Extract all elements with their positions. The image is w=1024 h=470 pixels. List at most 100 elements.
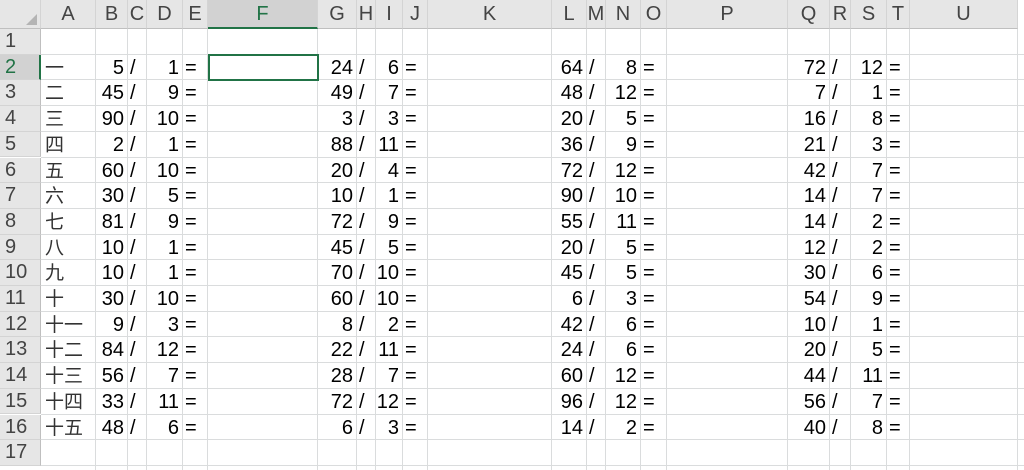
cell-slash[interactable]: / [587,235,606,261]
cell-equals[interactable]: = [887,337,910,363]
cell-dividend[interactable]: 81 [96,209,128,235]
cell-divisor[interactable]: 7 [851,183,887,209]
cell-slash[interactable]: / [587,158,606,184]
cell-slash[interactable]: / [357,235,376,261]
cell-slash[interactable]: / [587,415,606,441]
cell-divisor[interactable]: 11 [606,209,641,235]
column-header-o[interactable]: O [641,0,667,29]
row-header-5[interactable]: 5 [0,131,41,158]
cell-slash[interactable]: / [587,55,606,81]
column-header-q[interactable]: Q [788,0,830,29]
cell-dividend[interactable]: 6 [318,415,357,441]
row-header-16[interactable]: 16 [0,414,41,441]
cell-divisor[interactable]: 12 [606,158,641,184]
cell-divisor[interactable]: 6 [606,312,641,338]
cell-divisor[interactable]: 7 [376,363,403,389]
cell-dividend[interactable]: 64 [552,55,587,81]
cell-equals[interactable]: = [641,132,667,158]
cell-equals[interactable]: = [887,260,910,286]
cell-equals[interactable]: = [641,363,667,389]
cell-divisor[interactable]: 6 [606,337,641,363]
cell-slash[interactable]: / [357,209,376,235]
cell-equals[interactable]: = [887,312,910,338]
cell-divisor[interactable]: 7 [147,363,183,389]
selected-cell-f2[interactable] [208,53,319,82]
cell-dividend[interactable]: 10 [96,260,128,286]
cell-divisor[interactable]: 5 [606,106,641,132]
cell-dividend[interactable]: 5 [96,55,128,81]
cell-divisor[interactable]: 1 [147,55,183,81]
cell-slash[interactable]: / [128,235,147,261]
cell-dividend[interactable]: 16 [788,106,830,132]
cell-dividend[interactable]: 20 [552,235,587,261]
cell-dividend[interactable]: 2 [96,132,128,158]
cell-equals[interactable]: = [403,235,428,261]
cell-slash[interactable]: / [830,235,851,261]
cell-slash[interactable]: / [128,132,147,158]
cell-divisor[interactable]: 12 [606,363,641,389]
cell-slash[interactable]: / [357,183,376,209]
cell-slash[interactable]: / [357,260,376,286]
row-header-10[interactable]: 10 [0,260,41,286]
column-header-a[interactable]: A [41,0,96,29]
cell-equals[interactable]: = [887,235,910,261]
cell-dividend[interactable]: 14 [788,183,830,209]
row-header-3[interactable]: 3 [0,80,41,107]
cell-slash[interactable]: / [587,106,606,132]
cell-divisor[interactable]: 8 [606,55,641,81]
cell-dividend[interactable]: 30 [788,260,830,286]
cell-dividend[interactable]: 20 [318,158,357,184]
cell-dividend[interactable]: 24 [318,55,357,81]
column-header-c[interactable]: C [128,0,147,29]
row-header-2[interactable]: 2 [0,54,41,81]
cell-dividend[interactable]: 7 [788,80,830,106]
column-header-g[interactable]: G [318,0,357,29]
cell-dividend[interactable]: 60 [552,363,587,389]
cell-slash[interactable]: / [587,80,606,106]
problem-label-cell[interactable]: 三 [41,106,96,132]
cell-slash[interactable]: / [357,132,376,158]
cell-divisor[interactable]: 7 [376,80,403,106]
cell-dividend[interactable]: 10 [788,312,830,338]
problem-label-cell[interactable]: 十五 [41,415,96,441]
cell-slash[interactable]: / [128,415,147,441]
row-header-8[interactable]: 8 [0,208,41,235]
cell-slash[interactable]: / [128,337,147,363]
cell-slash[interactable]: / [357,312,376,338]
cell-divisor[interactable]: 1 [851,80,887,106]
cell-slash[interactable]: / [587,260,606,286]
cell-slash[interactable]: / [357,80,376,106]
cell-dividend[interactable]: 6 [552,286,587,312]
cell-divisor[interactable]: 1 [147,132,183,158]
cell-equals[interactable]: = [641,209,667,235]
cell-equals[interactable]: = [641,55,667,81]
cell-equals[interactable]: = [403,260,428,286]
cell-slash[interactable]: / [128,389,147,415]
cell-dividend[interactable]: 10 [96,235,128,261]
row-header-17[interactable]: 17 [0,440,41,466]
cell-dividend[interactable]: 24 [552,337,587,363]
cell-divisor[interactable]: 1 [147,260,183,286]
cell-equals[interactable]: = [641,80,667,106]
cell-divisor[interactable]: 9 [851,286,887,312]
row-header-1[interactable]: 1 [0,29,41,55]
cell-equals[interactable]: = [641,286,667,312]
row-header-11[interactable]: 11 [0,286,41,312]
cell-equals[interactable]: = [403,363,428,389]
cell-dividend[interactable]: 9 [96,312,128,338]
cell-divisor[interactable]: 5 [606,235,641,261]
cell-equals[interactable]: = [403,106,428,132]
cell-slash[interactable]: / [128,106,147,132]
cell-dividend[interactable]: 20 [788,337,830,363]
cell-dividend[interactable]: 40 [788,415,830,441]
cell-divisor[interactable]: 1 [376,183,403,209]
cell-slash[interactable]: / [357,389,376,415]
problem-label-cell[interactable]: 二 [41,80,96,106]
problem-label-cell[interactable]: 八 [41,235,96,261]
column-header-m[interactable]: M [587,0,606,29]
cell-slash[interactable]: / [587,337,606,363]
column-header-u[interactable]: U [910,0,1018,29]
column-header-k[interactable]: K [428,0,552,29]
cell-slash[interactable]: / [357,337,376,363]
column-header-r[interactable]: R [830,0,851,29]
